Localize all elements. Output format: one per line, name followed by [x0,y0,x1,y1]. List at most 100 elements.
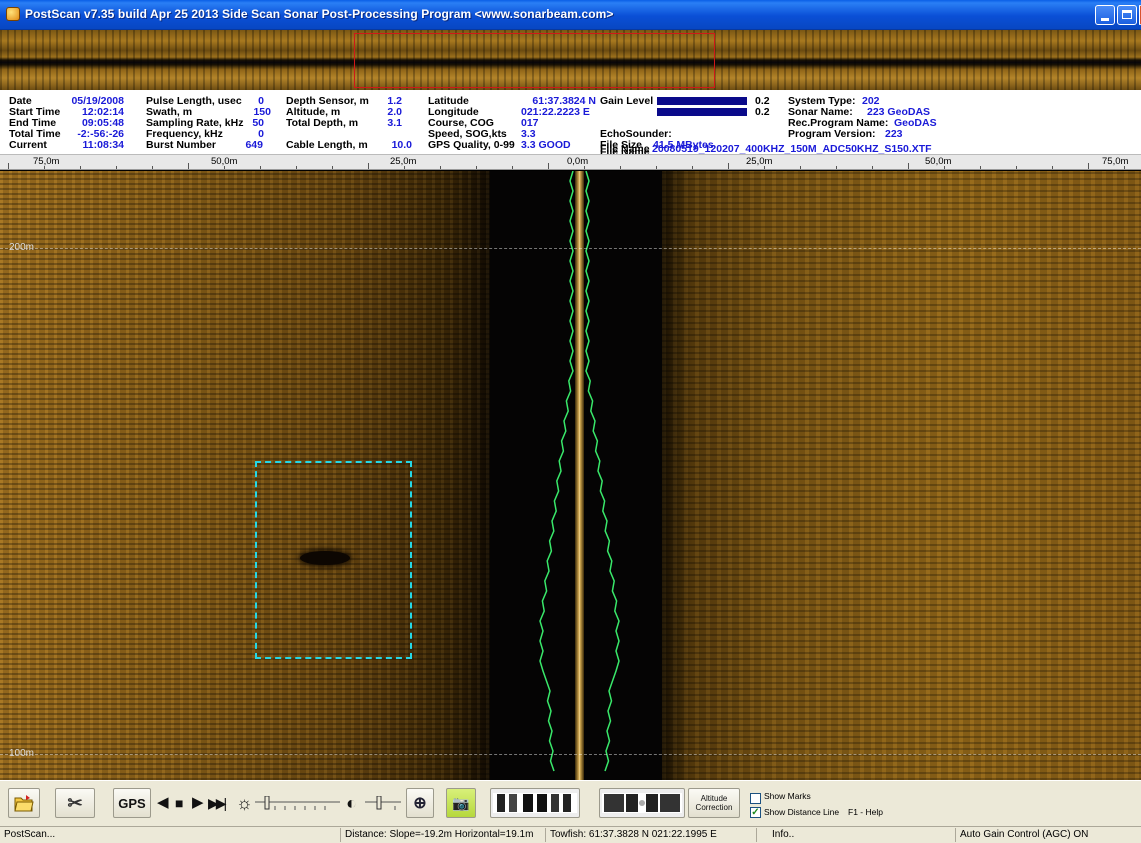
status-separator [756,828,757,842]
sonar-image-view[interactable]: 200m 100m [0,171,1141,780]
status-distance: Distance: Slope=-19.2m Horizontal=19.1m [345,829,534,840]
program-version-value: 223 [885,128,903,140]
show-distance-label: Show Distance Line [764,807,840,817]
total-depth-value: 3.1 [387,117,402,129]
ruler-tick [152,166,153,169]
altitude-correction-button[interactable]: Altitude Correction [688,788,740,818]
gain-level-bar-2[interactable] [657,108,747,116]
zoom-in-button[interactable]: ⊕ [406,788,434,818]
program-version-label: Program Version: [788,128,876,140]
ruler-label: 25,0m [746,156,773,167]
folder-icon [14,795,34,812]
settings-button[interactable]: ✂ [55,788,95,818]
target-selection-box[interactable] [255,461,412,659]
ruler-tick [548,163,549,169]
display-mode-button-2[interactable] [599,788,685,818]
app-icon [6,7,20,21]
ruler-tick [800,166,801,169]
ruler-tick [656,166,657,169]
range-ruler: 75,0m 50,0m 25,0m 0,0m 25,0m 50,0m 75,0m [0,154,1141,170]
zoom-in-icon: ⊕ [413,795,427,812]
camera-icon: 📷 [452,794,470,811]
open-file-button[interactable] [8,788,40,818]
contrast-icon: ◐ [346,793,357,813]
fast-forward-icon[interactable]: ▶▶| [208,789,227,817]
ruler-tick [368,163,369,169]
ruler-tick [944,166,945,169]
ruler-tick [836,166,837,169]
show-distance-checkbox[interactable]: ✓ [750,807,761,818]
show-marks-checkbox[interactable] [750,793,761,804]
toolbar: ✂ GPS ◀ ■ ▶ ▶▶| ☼ ◐ ⊕ 📷 Altitude Correct… [0,780,1141,826]
overview-viewport-box[interactable] [354,33,715,88]
gps-quality-label: GPS Quality, 0-99 [428,139,515,151]
window-title: PostScan v7.35 build Apr 25 2013 Side Sc… [25,7,614,21]
gain-level-bar-1[interactable] [657,97,747,105]
range-line-100m [0,754,1141,755]
current-label: Current [9,139,47,151]
range-label-200m: 200m [9,242,35,253]
minimize-button[interactable] [1095,5,1115,25]
altitude-correction-line2: Correction [695,803,733,812]
ruler-tick [188,163,189,169]
ruler-tick [44,166,45,169]
screenshot-button[interactable]: 📷 [446,788,476,818]
show-marks-label: Show Marks [764,791,811,801]
ruler-tick [908,163,909,169]
ruler-tick [440,166,441,169]
burst-number-label: Burst Number [146,139,217,151]
current-value: 11:08:34 [82,139,124,151]
ruler-tick [1124,166,1125,169]
gps-quality-value: 3.3 GOOD [521,139,571,151]
ruler-tick [1052,166,1053,169]
stop-icon[interactable]: ■ [175,789,183,817]
status-agc: Auto Gain Control (AGC) ON [960,829,1089,840]
bottom-tracking-lines [539,171,620,772]
ruler-label: 75,0m [33,156,60,167]
ruler-tick [764,166,765,169]
brightness-slider[interactable] [255,796,340,812]
gain-level-value-2: 0.2 [755,106,770,118]
help-hint: F1 - Help [848,807,883,817]
status-info: Info.. [772,829,795,840]
contrast-slider[interactable] [365,796,401,812]
bottom-trace-right [585,171,620,772]
slant-range-icon [602,793,682,813]
ruler-tick [1088,163,1089,169]
ruler-tick [1016,166,1017,169]
burst-number-value: 649 [245,139,263,151]
ruler-tick [872,166,873,169]
ruler-tick [980,166,981,169]
ruler-tick [260,166,261,169]
total-depth-label: Total Depth, m [286,117,359,129]
ruler-tick [476,166,477,169]
ruler-tick [8,163,9,169]
gain-level-label: Gain Level [600,95,654,107]
ruler-tick [584,166,585,169]
altitude-correction-line1: Altitude [700,794,728,803]
info-panel: Date 05/19/2008 Start Time 12:02:14 End … [0,90,1141,155]
ruler-tick [332,166,333,169]
status-separator [955,828,956,842]
gps-button[interactable]: GPS [113,788,151,818]
play-icon[interactable]: ▶ [192,789,204,817]
cable-length-value: 10.0 [391,139,412,151]
display-mode-button-1[interactable] [490,788,580,818]
ruler-tick [404,166,405,169]
tools-icon: ✂ [67,792,83,813]
brightness-icon: ☼ [236,793,253,813]
ruler-tick [692,166,693,169]
status-separator [340,828,341,842]
ruler-tick [116,166,117,169]
sonar-overview-strip[interactable] [0,30,1141,90]
bottom-trace-left [539,171,574,772]
title-bar[interactable]: PostScan v7.35 build Apr 25 2013 Side Sc… [0,0,1141,30]
ruler-label: 50,0m [925,156,952,167]
maximize-button[interactable] [1117,5,1137,25]
rewind-icon[interactable]: ◀ [157,789,169,817]
ruler-tick [620,166,621,169]
status-towfish: Towfish: 61:37.3828 N 021:22.1995 E [550,829,717,840]
ruler-tick [80,166,81,169]
range-line-200m [0,248,1141,249]
range-label-100m: 100m [9,748,35,759]
